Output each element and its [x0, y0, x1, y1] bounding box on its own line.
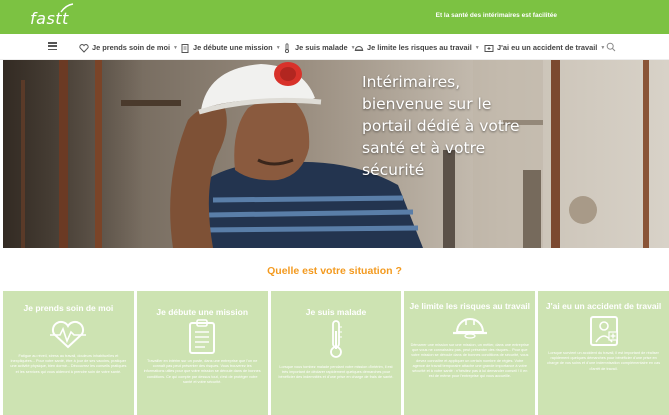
nav-item-malade[interactable]: Je suis malade ▼ — [282, 41, 356, 54]
card-text: Lorsque survient un accident du travail,… — [547, 351, 661, 371]
nav-item-debute-mission[interactable]: Je débute une mission ▼ — [180, 41, 281, 54]
hero-title: Intérimaires, bienvenue sur le portail d… — [362, 73, 520, 179]
clipboard-icon — [189, 319, 216, 354]
card-debute-mission[interactable]: Je débute une mission Travailler en inté… — [136, 291, 268, 415]
hero-banner: Intérimaires, bienvenue sur le portail d… — [3, 60, 669, 248]
card-accident[interactable]: J'ai eu un accident de travail Lorsque s… — [538, 291, 669, 415]
nav-item-label: Je limite les risques au travail — [367, 43, 472, 52]
card-prends-soin[interactable]: Je prends soin de moi Fatigue au réveil,… — [3, 291, 134, 415]
situation-question: Quelle est votre situation ? — [267, 265, 402, 277]
site-tagline: Et la santé des intérimaires est facilit… — [435, 12, 557, 19]
main-nav: Je prends soin de moi ▼ Je débute une mi… — [0, 34, 669, 60]
card-malade[interactable]: Je suis malade Lorsque vous tombez malad… — [270, 291, 402, 415]
logo-swoosh-icon — [60, 3, 74, 13]
nav-item-label: Je débute une mission — [193, 43, 273, 52]
hero-photo-worker — [3, 60, 669, 248]
card-text: Lorsque vous tombez malade pendant votre… — [278, 365, 394, 380]
card-title: Je débute une mission — [156, 307, 249, 317]
thermometer-icon — [284, 42, 290, 53]
nav-item-label: J'ai eu un accident de travail — [497, 43, 598, 52]
nav-item-label: Je suis malade — [295, 43, 348, 52]
helmet-icon — [354, 45, 364, 51]
nav-item-prends-soin[interactable]: Je prends soin de moi ▼ — [79, 41, 178, 54]
first-aid-icon — [589, 316, 618, 346]
heart-icon — [79, 43, 89, 53]
chevron-down-icon: ▼ — [474, 44, 480, 51]
nav-item-limite-risques[interactable]: Je limite les risques au travail ▼ — [354, 41, 480, 54]
first-aid-icon — [484, 44, 494, 52]
search-icon[interactable] — [606, 42, 616, 52]
chevron-down-icon: ▼ — [275, 44, 281, 51]
card-title: Je limite les risques au travail — [409, 301, 531, 311]
nav-item-accident[interactable]: J'ai eu un accident de travail ▼ — [484, 41, 605, 54]
card-text: Démarrer une mission sur une mission, un… — [410, 343, 529, 379]
menu-icon[interactable] — [48, 42, 57, 51]
top-bar: fastt Et la santé des intérimaires est f… — [0, 0, 669, 34]
card-text: Fatigue au réveil, stress au travail, do… — [10, 354, 127, 374]
card-title: Je prends soin de moi — [23, 303, 114, 313]
card-text: Travailler en intérim sur un poste, dans… — [143, 359, 261, 384]
heartbeat-icon — [50, 320, 87, 349]
helmet-icon — [452, 318, 487, 339]
card-title: Je suis malade — [305, 307, 367, 317]
clipboard-icon — [181, 43, 189, 53]
chevron-down-icon: ▼ — [173, 44, 178, 51]
card-title: J'ai eu un accident de travail — [545, 301, 662, 311]
situation-cards: Je prends soin de moi Fatigue au réveil,… — [3, 291, 669, 415]
chevron-down-icon: ▼ — [600, 44, 606, 51]
card-limite-risques[interactable]: Je limite les risques au travail Démarre… — [404, 291, 536, 415]
nav-item-label: Je prends soin de moi — [92, 43, 171, 52]
thermometer-icon — [330, 320, 342, 358]
